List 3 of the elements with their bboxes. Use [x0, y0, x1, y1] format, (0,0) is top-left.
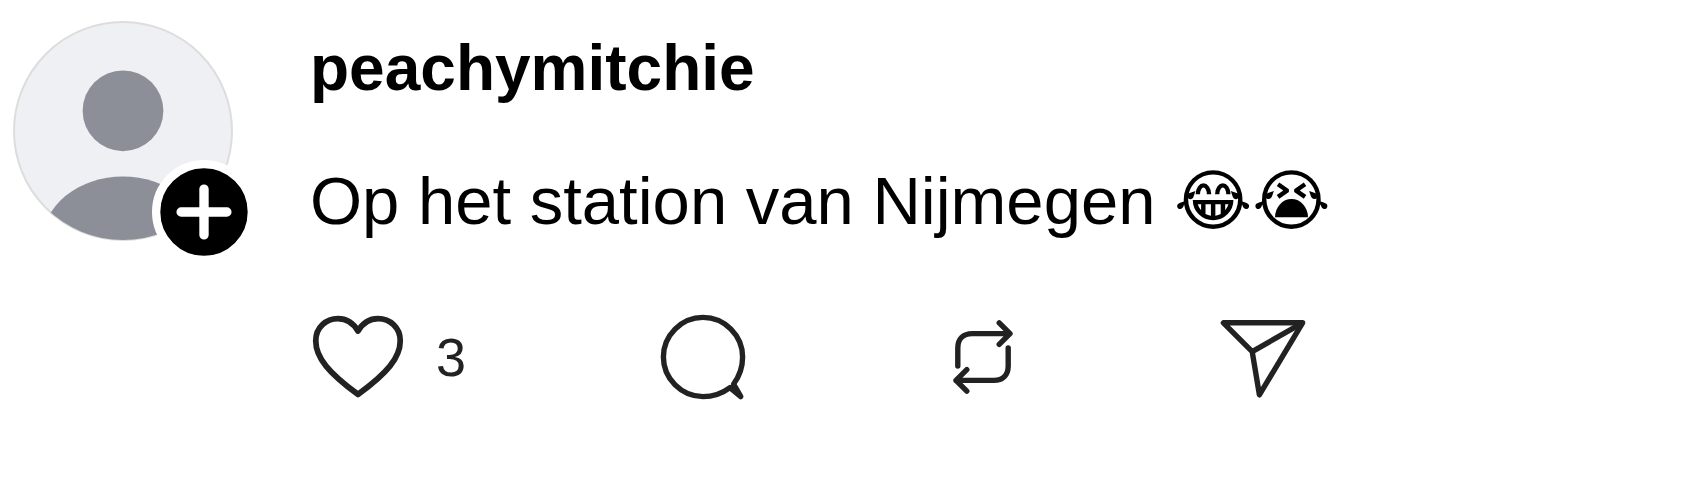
- like-count: 3: [436, 326, 467, 388]
- username[interactable]: peachymitchie: [310, 26, 1495, 110]
- post-text: Op het station van Nijmegen 😂😭: [310, 162, 1332, 240]
